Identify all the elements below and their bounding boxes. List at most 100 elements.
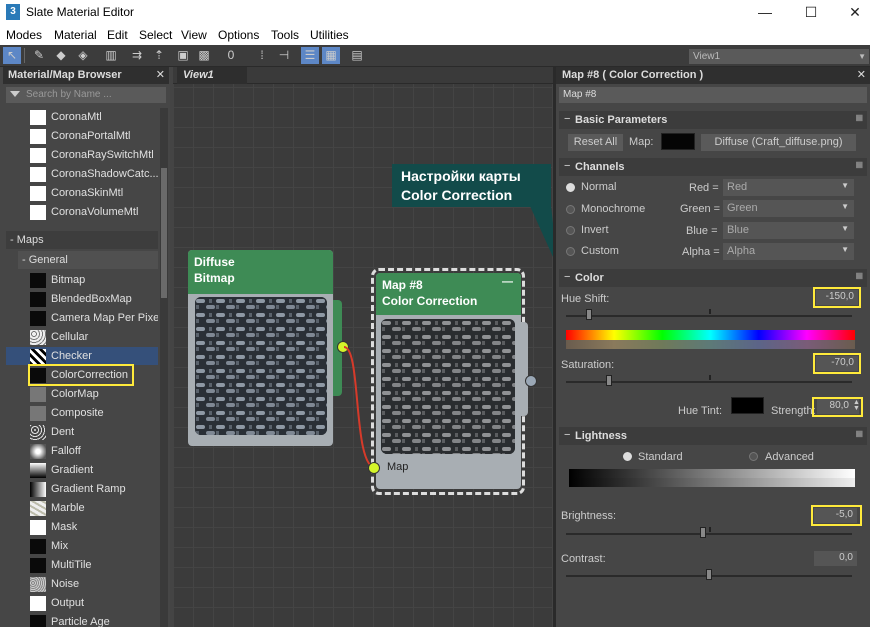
list-item[interactable]: CoronaShadowCatc...: [6, 165, 158, 183]
show-map-icon[interactable]: ▣: [174, 47, 192, 64]
list-item[interactable]: CoronaSkinMtl: [6, 184, 158, 202]
layout-horizontal-icon[interactable]: ⊣: [275, 47, 293, 64]
move-children-icon[interactable]: ⇉: [128, 47, 146, 64]
list-item[interactable]: MultiTile: [6, 556, 158, 574]
list-item[interactable]: Cellular: [6, 328, 158, 346]
pin-icon: ▦: [855, 429, 863, 438]
list-item[interactable]: Bitmap: [6, 271, 158, 289]
hue-shift-slider[interactable]: [566, 315, 852, 317]
list-item[interactable]: BlendedBoxMap: [6, 290, 158, 308]
map-input-port[interactable]: [368, 462, 380, 474]
paint-icon[interactable]: ◆: [52, 47, 70, 64]
node-minimize-icon[interactable]: —: [502, 276, 513, 288]
list-item[interactable]: ColorMap: [6, 385, 158, 403]
strength-label: Strength:: [771, 405, 816, 417]
radio-normal[interactable]: [566, 183, 575, 192]
close-icon[interactable]: ✕: [857, 68, 866, 81]
map-color-swatch[interactable]: [661, 133, 695, 150]
red-channel-dropdown[interactable]: Red ▼: [723, 179, 854, 196]
brightness-knob[interactable]: [700, 527, 707, 538]
assign-material-icon[interactable]: ◈: [74, 47, 92, 64]
contrast-knob[interactable]: [706, 569, 712, 580]
list-item[interactable]: Gradient: [6, 461, 158, 479]
view-selector[interactable]: View1 ▼: [689, 49, 869, 64]
list-item[interactable]: Mask: [6, 518, 158, 536]
list-item[interactable]: Particle Age: [6, 613, 158, 627]
menu-modes[interactable]: Modes: [6, 28, 42, 42]
minimize-button[interactable]: —: [750, 2, 780, 22]
list-item[interactable]: Marble: [6, 499, 158, 517]
map-name-field[interactable]: Map #8: [559, 87, 867, 103]
maximize-button[interactable]: ☐: [796, 2, 826, 22]
brightness-slider[interactable]: [566, 533, 852, 535]
list-item-label: Particle Age: [51, 616, 110, 627]
menu-utilities[interactable]: Utilities: [310, 28, 349, 42]
select-tool-icon[interactable]: ↖: [3, 47, 21, 64]
green-channel-dropdown[interactable]: Green ▼: [723, 200, 854, 217]
list-item-label: MultiTile: [51, 559, 92, 571]
close-button[interactable]: ✕: [840, 2, 870, 22]
view-selector-value: View1: [693, 51, 721, 62]
diffuse-bitmap-node[interactable]: Diffuse Bitmap: [188, 250, 333, 446]
section-color[interactable]: − Color ▦: [559, 269, 867, 287]
navigator-icon[interactable]: ▤: [348, 47, 366, 64]
list-item[interactable]: Output: [6, 594, 158, 612]
tab-view1[interactable]: View1: [177, 67, 247, 84]
list-item[interactable]: Camera Map Per Pixel: [6, 309, 158, 327]
group-general[interactable]: - General: [18, 251, 158, 269]
saturation-knob[interactable]: [605, 375, 612, 386]
radio-standard[interactable]: [623, 452, 632, 461]
list-item[interactable]: Dent: [6, 423, 158, 441]
list-item-selected[interactable]: Checker: [6, 347, 158, 365]
delete-icon[interactable]: ▥: [102, 47, 120, 64]
color-correction-node[interactable]: Map #8 Color Correction — Map: [376, 273, 521, 489]
hue-shift-knob[interactable]: [585, 309, 592, 320]
radio-custom[interactable]: [566, 247, 575, 256]
output-port[interactable]: [525, 375, 537, 387]
menu-options[interactable]: Options: [218, 28, 259, 42]
hue-tint-swatch[interactable]: [731, 397, 764, 414]
menu-select[interactable]: Select: [139, 28, 172, 42]
eyedropper-icon[interactable]: ✎: [30, 47, 48, 64]
blue-channel-dropdown[interactable]: Blue ▼: [723, 222, 854, 239]
options-triangle-icon[interactable]: [10, 91, 20, 97]
close-icon[interactable]: ✕: [156, 68, 165, 81]
contrast-field[interactable]: 0,0: [814, 551, 857, 566]
menu-tools[interactable]: Tools: [271, 28, 299, 42]
list-item[interactable]: CoronaVolumeMtl: [6, 203, 158, 221]
reset-all-button[interactable]: Reset All: [568, 134, 623, 151]
list-item[interactable]: CoronaRaySwitchMtl: [6, 146, 158, 164]
search-input[interactable]: Search by Name ...: [6, 87, 166, 103]
menu-view[interactable]: View: [181, 28, 207, 42]
diffuse-map-button[interactable]: Diffuse (Craft_diffuse.png): [701, 134, 856, 151]
background-icon[interactable]: ▩: [195, 47, 213, 64]
list-item[interactable]: Falloff: [6, 442, 158, 460]
list-item[interactable]: Noise: [6, 575, 158, 593]
section-basic-parameters[interactable]: − Basic Parameters ▦: [559, 111, 867, 129]
browser-toggle-icon[interactable]: ☰: [301, 47, 319, 64]
list-item[interactable]: Mix: [6, 537, 158, 555]
section-lightness[interactable]: − Lightness ▦: [559, 427, 867, 445]
browser-scrollbar[interactable]: [160, 108, 168, 627]
menu-edit[interactable]: Edit: [107, 28, 128, 42]
node-header[interactable]: Diffuse Bitmap: [188, 250, 333, 294]
group-maps[interactable]: - Maps: [6, 231, 158, 249]
node-header[interactable]: Map #8 Color Correction: [376, 273, 521, 315]
list-item[interactable]: CoronaMtl: [6, 108, 158, 126]
list-item-label: Falloff: [51, 445, 81, 457]
list-item[interactable]: Gradient Ramp: [6, 480, 158, 498]
section-channels[interactable]: − Channels ▦: [559, 158, 867, 176]
list-item[interactable]: CoronaPortalMtl: [6, 127, 158, 145]
radio-advanced[interactable]: [749, 452, 758, 461]
radio-invert[interactable]: [566, 226, 575, 235]
scrollbar-thumb[interactable]: [161, 168, 167, 298]
radio-monochrome[interactable]: [566, 205, 575, 214]
menu-material[interactable]: Material: [54, 28, 97, 42]
hide-icon[interactable]: ⇡: [150, 47, 168, 64]
layout-vertical-icon[interactable]: ⁞: [253, 47, 271, 64]
list-item[interactable]: Composite: [6, 404, 158, 422]
editor-toggle-icon[interactable]: ▦: [322, 47, 340, 64]
list-item-label: Gradient Ramp: [51, 483, 126, 495]
sample-icon[interactable]: 0: [222, 47, 240, 64]
alpha-channel-dropdown[interactable]: Alpha ▼: [723, 243, 854, 260]
